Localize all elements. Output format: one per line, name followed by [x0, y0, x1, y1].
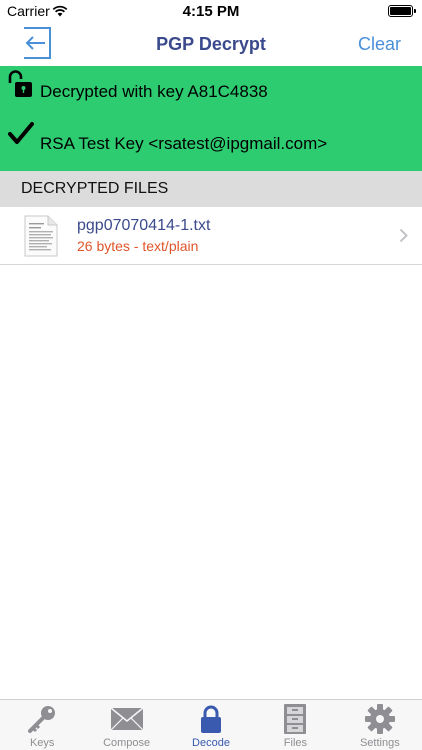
section-header: DECRYPTED FILES	[0, 171, 422, 207]
file-name: pgp07070414-1.txt	[77, 217, 211, 234]
tab-files[interactable]: Files	[253, 700, 337, 750]
tab-decode[interactable]: Decode	[169, 700, 253, 750]
envelope-icon	[110, 704, 144, 734]
tab-compose[interactable]: Compose	[84, 700, 168, 750]
unlocked-lock-icon	[6, 70, 34, 105]
key-icon	[25, 704, 59, 734]
tab-settings-label: Settings	[359, 737, 400, 749]
tab-settings[interactable]: Settings	[338, 700, 422, 750]
checkmark-icon	[8, 122, 34, 151]
file-cabinet-icon	[278, 704, 312, 734]
decrypt-result-panel: Decrypted with key A81C4838 RSA Test Key…	[0, 66, 422, 171]
lock-icon	[194, 704, 228, 734]
file-list-item[interactable]: pgp07070414-1.txt 26 bytes - text/plain	[0, 207, 422, 265]
navigation-bar: PGP Decrypt Clear	[0, 24, 422, 66]
section-title: DECRYPTED FILES	[21, 180, 169, 197]
decrypted-status-text: Decrypted with key A81C4838	[40, 82, 268, 101]
battery-icon	[388, 5, 416, 17]
tab-files-label: Files	[283, 737, 308, 749]
gear-icon	[363, 704, 397, 734]
tab-compose-label: Compose	[103, 737, 151, 749]
key-owner-text: RSA Test Key <rsatest@ipgmail.com>	[40, 134, 328, 153]
chevron-right-icon	[399, 228, 408, 248]
status-bar: Carrier 4:15 PM	[0, 0, 422, 24]
tab-bar: Keys Compose Decode Files Settings	[0, 699, 422, 750]
clear-button[interactable]: Clear	[358, 34, 401, 55]
file-details: 26 bytes - text/plain	[77, 238, 199, 254]
document-icon	[24, 215, 58, 262]
tab-keys[interactable]: Keys	[0, 700, 84, 750]
tab-keys-label: Keys	[29, 737, 55, 749]
status-time: 4:15 PM	[182, 3, 240, 20]
tab-decode-label: Decode	[192, 737, 230, 749]
